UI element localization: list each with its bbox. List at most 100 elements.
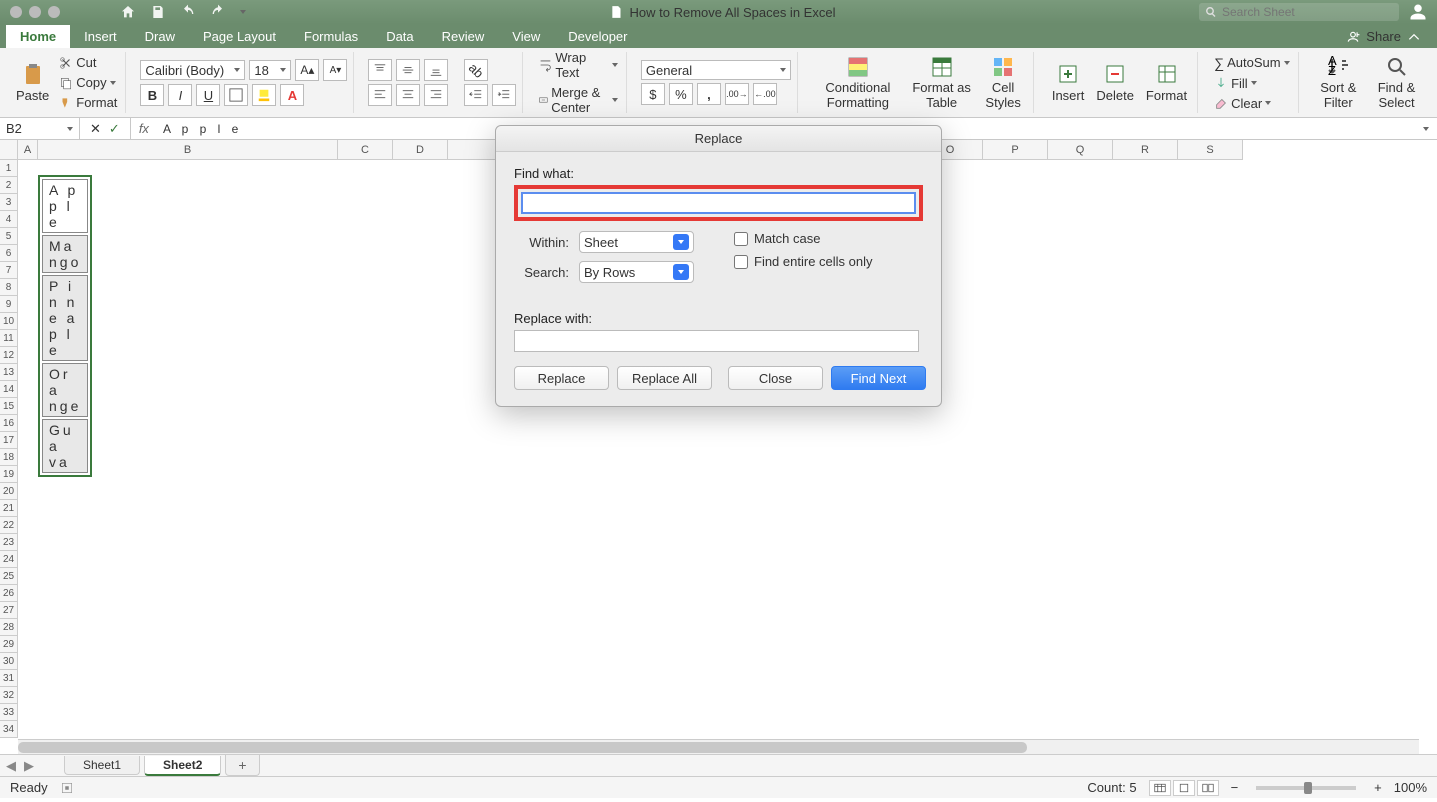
fill-button[interactable]: Fill — [1212, 75, 1291, 92]
align-top-icon[interactable] — [368, 59, 392, 81]
cell-b5[interactable]: Or a nge — [42, 363, 88, 417]
row-header-10[interactable]: 10 — [0, 313, 18, 330]
font-name-select[interactable]: Calibri (Body) — [140, 60, 245, 80]
name-box[interactable]: B2 — [0, 118, 80, 139]
col-header-P[interactable]: P — [983, 140, 1048, 160]
align-right-icon[interactable] — [424, 84, 448, 106]
row-header-22[interactable]: 22 — [0, 517, 18, 534]
replace-with-input[interactable] — [514, 330, 919, 352]
orientation-icon[interactable]: ab — [464, 59, 488, 81]
increase-indent-icon[interactable] — [492, 84, 516, 106]
row-header-31[interactable]: 31 — [0, 670, 18, 687]
fill-color-icon[interactable] — [252, 84, 276, 106]
align-left-icon[interactable] — [368, 84, 392, 106]
maximize-window-icon[interactable] — [48, 6, 60, 18]
cell-b3[interactable]: Ma ngo — [42, 235, 88, 273]
cell-b4[interactable]: P i n n e a p l e — [42, 275, 88, 361]
row-header-15[interactable]: 15 — [0, 398, 18, 415]
row-header-28[interactable]: 28 — [0, 619, 18, 636]
merge-center-button[interactable]: Merge & Center — [537, 84, 620, 116]
tab-data[interactable]: Data — [372, 25, 427, 48]
page-break-view-icon[interactable] — [1197, 780, 1219, 796]
replace-button[interactable]: Replace — [514, 366, 609, 390]
increase-font-icon[interactable]: A▴ — [295, 59, 319, 81]
minimize-window-icon[interactable] — [29, 6, 41, 18]
row-header-4[interactable]: 4 — [0, 211, 18, 228]
cell-b6[interactable]: Gu a va — [42, 419, 88, 473]
redo-icon[interactable] — [210, 4, 226, 20]
row-header-29[interactable]: 29 — [0, 636, 18, 653]
row-header-25[interactable]: 25 — [0, 568, 18, 585]
copy-button[interactable]: Copy — [57, 74, 119, 91]
close-window-icon[interactable] — [10, 6, 22, 18]
search-select[interactable]: By Rows — [579, 261, 694, 283]
user-icon[interactable] — [1409, 3, 1427, 21]
find-select-button[interactable]: Find & Select — [1368, 53, 1425, 112]
zoom-in-icon[interactable]: + — [1374, 780, 1382, 795]
decrease-decimal-icon[interactable]: ←.00 — [753, 83, 777, 105]
row-headers[interactable]: 1234567891011121314151617181920212223242… — [0, 160, 18, 738]
row-header-8[interactable]: 8 — [0, 279, 18, 296]
close-button[interactable]: Close — [728, 366, 823, 390]
tab-nav-next-icon[interactable]: ▶ — [22, 759, 36, 773]
row-header-18[interactable]: 18 — [0, 449, 18, 466]
cancel-formula-icon[interactable]: ✕ — [90, 121, 101, 137]
row-header-34[interactable]: 34 — [0, 721, 18, 738]
cut-button[interactable]: Cut — [57, 54, 119, 71]
sheet-tab-sheet2[interactable]: Sheet2 — [144, 756, 221, 776]
row-header-7[interactable]: 7 — [0, 262, 18, 279]
italic-icon[interactable]: I — [168, 84, 192, 106]
decrease-font-icon[interactable]: A▾ — [323, 59, 347, 81]
paste-button[interactable]: Paste — [12, 60, 53, 105]
currency-icon[interactable]: $ — [641, 83, 665, 105]
within-select[interactable]: Sheet — [579, 231, 694, 253]
font-color-icon[interactable]: A — [280, 84, 304, 106]
sort-filter-button[interactable]: AZSort & Filter — [1313, 53, 1364, 112]
row-header-9[interactable]: 9 — [0, 296, 18, 313]
comma-icon[interactable]: , — [697, 83, 721, 105]
sheet-tab-sheet1[interactable]: Sheet1 — [64, 756, 140, 775]
align-bottom-icon[interactable] — [424, 59, 448, 81]
percent-icon[interactable]: % — [669, 83, 693, 105]
find-next-button[interactable]: Find Next — [831, 366, 926, 390]
format-as-table-button[interactable]: Format as Table — [908, 53, 976, 112]
tab-view[interactable]: View — [498, 25, 554, 48]
col-header-R[interactable]: R — [1113, 140, 1178, 160]
fx-icon[interactable]: fx — [131, 121, 157, 136]
row-header-27[interactable]: 27 — [0, 602, 18, 619]
home-icon[interactable] — [120, 4, 136, 20]
zoom-out-icon[interactable]: − — [1231, 780, 1239, 795]
row-header-32[interactable]: 32 — [0, 687, 18, 704]
find-what-input[interactable] — [521, 192, 916, 214]
row-header-24[interactable]: 24 — [0, 551, 18, 568]
row-header-3[interactable]: 3 — [0, 194, 18, 211]
tab-draw[interactable]: Draw — [131, 25, 189, 48]
col-header-D[interactable]: D — [393, 140, 448, 160]
row-header-6[interactable]: 6 — [0, 245, 18, 262]
wrap-text-button[interactable]: Wrap Text — [537, 49, 620, 81]
col-header-C[interactable]: C — [338, 140, 393, 160]
row-header-2[interactable]: 2 — [0, 177, 18, 194]
delete-cells-button[interactable]: Delete — [1092, 60, 1138, 105]
align-middle-icon[interactable] — [396, 59, 420, 81]
entire-cells-checkbox[interactable] — [734, 255, 748, 269]
cell-b2[interactable]: A p p l e — [42, 179, 88, 233]
col-header-Q[interactable]: Q — [1048, 140, 1113, 160]
zoom-level[interactable]: 100% — [1394, 780, 1427, 795]
tab-formulas[interactable]: Formulas — [290, 25, 372, 48]
number-format-select[interactable]: General — [641, 60, 791, 80]
row-header-13[interactable]: 13 — [0, 364, 18, 381]
expand-formula-bar-icon[interactable] — [1423, 127, 1429, 131]
row-header-33[interactable]: 33 — [0, 704, 18, 721]
clear-button[interactable]: Clear — [1212, 95, 1291, 112]
conditional-formatting-button[interactable]: Conditional Formatting — [812, 53, 904, 112]
cell-styles-button[interactable]: Cell Styles — [979, 53, 1026, 112]
decrease-indent-icon[interactable] — [464, 84, 488, 106]
undo-icon[interactable] — [180, 4, 196, 20]
row-header-17[interactable]: 17 — [0, 432, 18, 449]
border-icon[interactable] — [224, 84, 248, 106]
save-icon[interactable] — [150, 4, 166, 20]
tab-home[interactable]: Home — [6, 25, 70, 48]
align-center-icon[interactable] — [396, 84, 420, 106]
tab-review[interactable]: Review — [428, 25, 499, 48]
